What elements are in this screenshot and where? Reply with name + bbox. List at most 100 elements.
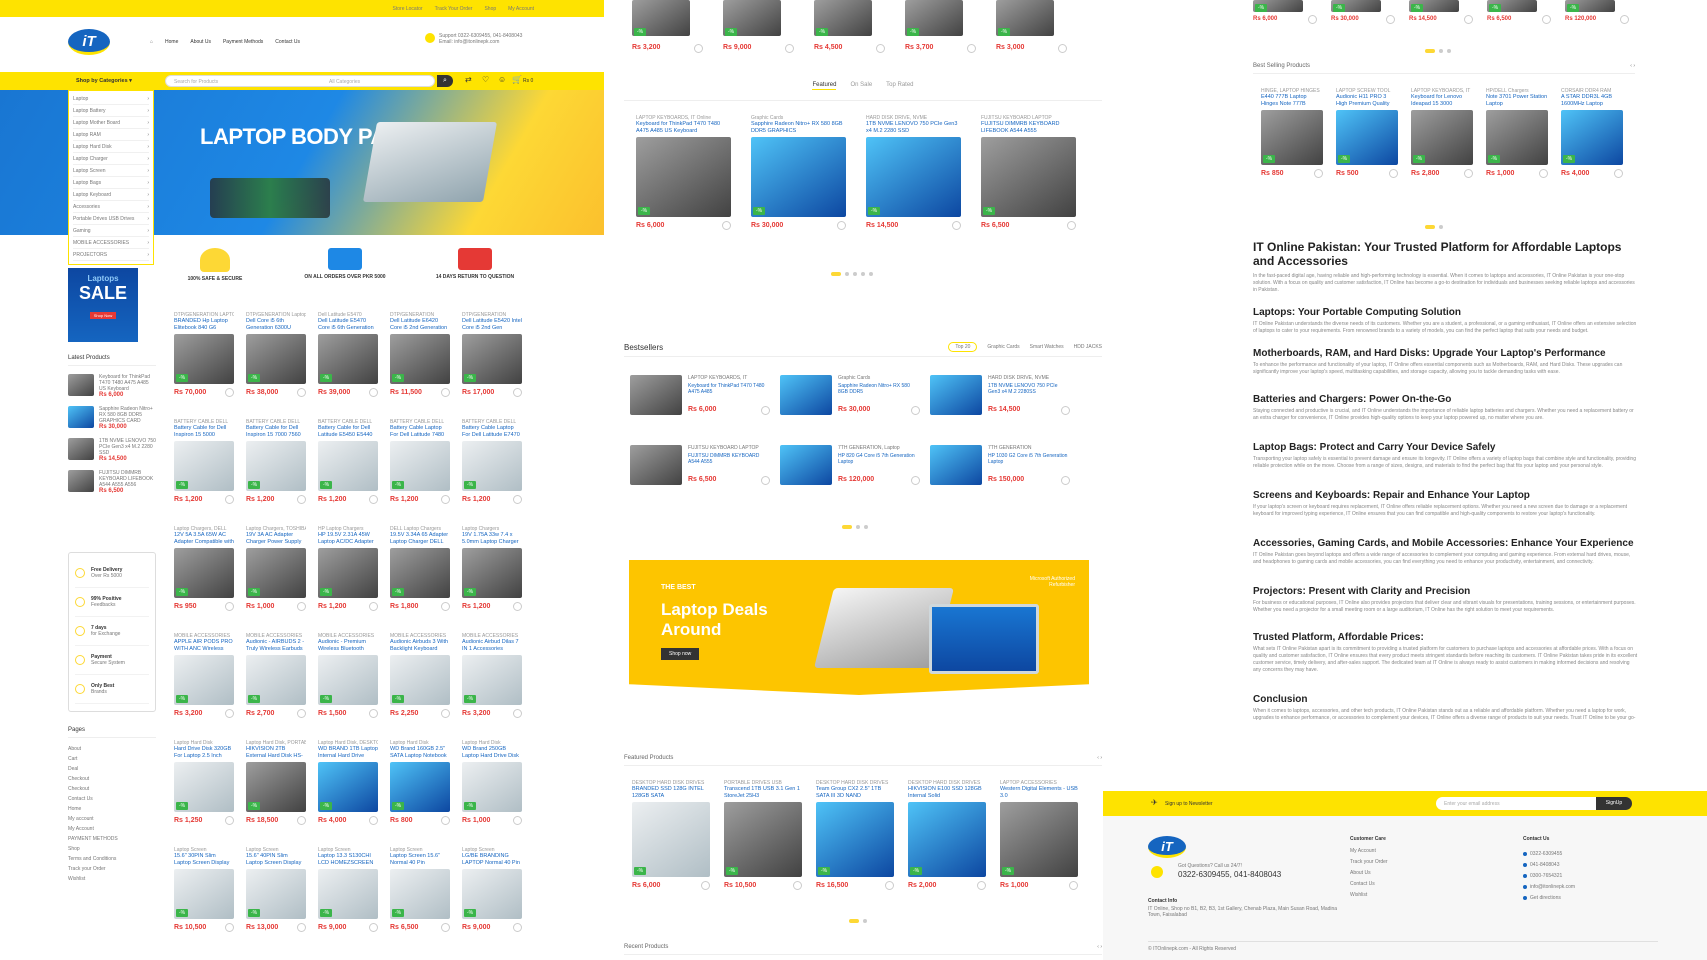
contact-item[interactable]: 0322-6309455	[1523, 848, 1575, 859]
recent-nav-arrows[interactable]: ‹ ›	[1097, 944, 1102, 951]
customer-care-link[interactable]: Track your Order	[1350, 859, 1388, 870]
search-button[interactable]: ⌕	[437, 75, 453, 87]
latest-product-item[interactable]: Keyboard for ThinkPad T470 T480 A475 A48…	[68, 374, 156, 398]
product-name[interactable]: HP 19.5V 2.31A 45W Laptop AC/DC Adapter	[318, 532, 378, 545]
bestseller-name[interactable]: FUJITSU DIMMRB KEYBOARD A544 A555	[688, 453, 770, 466]
product-card[interactable]: LAPTOP SCREW TOOL Audionic H11 PRO 3 High…	[1336, 88, 1398, 178]
category-item[interactable]: Laptop ›	[73, 93, 149, 105]
bestseller-item[interactable]: Graphic Cards Sapphire Radeon Nitro+ RX 5…	[780, 375, 920, 415]
product-name[interactable]: 19V 1.75A 33w 7.4 x 5.0mm Laptop Charger	[462, 532, 522, 545]
product-card[interactable]: Graphic Cards Sapphire Radeon Nitro+ RX 5…	[751, 115, 846, 230]
product-image[interactable]: -%	[174, 548, 234, 598]
nav-payment[interactable]: Payment Methods	[223, 39, 263, 45]
product-name[interactable]: Sapphire Radeon Nitro+ RX 580 8GB DDR5 G…	[751, 121, 846, 134]
tab-top-rated[interactable]: Top Rated	[886, 82, 913, 90]
product-name[interactable]: Keyboard for ThinkPad T470 T480 A475 A48…	[636, 121, 731, 134]
topbar-link-my-account[interactable]: My Account	[508, 6, 534, 12]
product-card[interactable]: Laptop Hard Disk WD Brand 160GB 2.5" SATA…	[390, 740, 450, 825]
product-image[interactable]: -%	[246, 655, 306, 705]
product-name[interactable]: Keyboard for Lenovo Ideapad 15 3000	[1411, 94, 1473, 107]
bestseller-item[interactable]: FUJITSU KEYBOARD LAPTOP FUJITSU DIMMRB KE…	[630, 445, 770, 485]
product-name[interactable]: 12V 5A 3.5A 65W AC Adapter Compatible wi…	[174, 532, 234, 545]
product-name[interactable]: WD Brand 160GB 2.5" SATA Laptop Notebook	[390, 746, 450, 759]
product-image[interactable]: -%	[751, 137, 846, 217]
product-card[interactable]: Laptop Hard Disk WD Brand 250GB Laptop Ha…	[462, 740, 522, 825]
bestseller-category[interactable]: FUJITSU KEYBOARD LAPTOP	[688, 445, 770, 451]
bestseller-category[interactable]: LAPTOP KEYBOARDS, IT	[688, 375, 770, 381]
add-to-cart-icon[interactable]	[225, 816, 234, 825]
add-to-cart-icon[interactable]	[1061, 406, 1070, 415]
sale-cta[interactable]: Shop Now	[89, 312, 117, 319]
product-card[interactable]: MOBILE ACCESSORIES Audionic Airbuds 3 Wit…	[390, 633, 450, 718]
product-name[interactable]: APPLE AIR PODS PRO WITH ANC Wireless	[174, 639, 234, 652]
page-link[interactable]: Home	[68, 806, 156, 816]
add-to-cart-icon[interactable]	[1314, 169, 1323, 178]
add-to-cart-icon[interactable]	[441, 816, 450, 825]
product-image[interactable]: -%	[1411, 110, 1473, 165]
category-item[interactable]: Portable Drives USB Drives ›	[73, 213, 149, 225]
product-name[interactable]: Battery Cable for Dell Inspiron 15 5000	[174, 425, 234, 438]
product-image[interactable]: -%	[174, 762, 234, 812]
product-name[interactable]: BRANDED Hp Laptop Elitebook 840 G6 Lapto…	[174, 318, 234, 331]
add-to-cart-icon[interactable]	[297, 816, 306, 825]
bestseller-image[interactable]	[630, 375, 682, 415]
product-image[interactable]: -%	[318, 762, 378, 812]
home-icon[interactable]: ⌂	[150, 39, 153, 45]
add-to-cart-icon[interactable]	[1308, 15, 1317, 24]
product-name[interactable]: Dell Latitude E5470 Core i5 6th Generati…	[318, 318, 378, 331]
wishlist-icon[interactable]: ♡	[482, 75, 489, 84]
product-name[interactable]: 19.5V 3.34A 65 Adapter Laptop Charger DE…	[390, 532, 450, 545]
nav-contact[interactable]: Contact Us	[275, 39, 300, 45]
add-to-cart-icon[interactable]	[225, 709, 234, 718]
product-image[interactable]: -%	[246, 548, 306, 598]
product-image[interactable]: -%	[981, 137, 1076, 217]
bestseller-name[interactable]: Sapphire Radeon Nitro+ RX 580 8GB DDR5	[838, 383, 920, 396]
product-image[interactable]: -%	[816, 802, 894, 877]
latest-product-item[interactable]: 1TB NVME LENOVO 750 PCIe Gen3 x4 M.2 228…	[68, 438, 156, 462]
sale-banner[interactable]: Laptops SALE Shop Now	[68, 268, 138, 342]
bestseller-image[interactable]	[780, 445, 832, 485]
bestseller-image[interactable]	[630, 445, 682, 485]
add-to-cart-icon[interactable]	[1386, 15, 1395, 24]
topbar-link-shop[interactable]: Shop	[484, 6, 496, 12]
compare-icon[interactable]: ⇄	[465, 75, 472, 84]
bestseller-image[interactable]	[930, 375, 982, 415]
product-card[interactable]: BATTERY CABLE DELL Battery Cable Laptop F…	[462, 419, 522, 504]
latest-product-image[interactable]	[68, 470, 94, 492]
product-name[interactable]: FUJITSU DIMMRB KEYBOARD LIFEBOOK A544 A5…	[981, 121, 1076, 134]
cart-icon[interactable]: 🛒	[512, 75, 522, 84]
product-image[interactable]: -%	[318, 548, 378, 598]
product-card[interactable]: DESKTOP HARD DISK DRIVES Team Group CX2 2…	[816, 780, 894, 890]
add-to-cart-icon[interactable]	[911, 406, 920, 415]
add-to-cart-icon[interactable]	[785, 44, 794, 53]
featured-dots[interactable]	[831, 263, 877, 281]
add-to-cart-icon[interactable]	[701, 881, 710, 890]
page-link[interactable]: About	[68, 746, 156, 756]
product-name[interactable]: A STAR DDR3L 4GB 1600MHz Laptop	[1561, 94, 1623, 107]
product-image[interactable]: -%	[390, 869, 450, 919]
product-name[interactable]: Hard Drive Disk 320GB For Laptop 2.5 Inc…	[174, 746, 234, 759]
tab-on-sale[interactable]: On Sale	[850, 82, 872, 90]
add-to-cart-icon[interactable]	[1069, 881, 1078, 890]
add-to-cart-icon[interactable]	[911, 476, 920, 485]
product-card[interactable]: Dell Latitude E5470 Dell Latitude E5470 C…	[318, 312, 378, 397]
contact-item[interactable]: 041-8408043	[1523, 859, 1575, 870]
category-item[interactable]: MOBILE ACCESSORIES ›	[73, 237, 149, 249]
product-card[interactable]: Laptop Screen Laptop Screen 15.6" Normal …	[390, 847, 450, 932]
product-image[interactable]: -%	[246, 762, 306, 812]
product-card[interactable]: Laptop Chargers 19V 1.75A 33w 7.4 x 5.0mm…	[462, 526, 522, 611]
product-card[interactable]: DTP/GENERATION Dell Latitude E6420 Core i…	[390, 312, 450, 397]
product-image[interactable]: -%	[462, 655, 522, 705]
tab-top-20[interactable]: Top 20	[948, 342, 978, 352]
product-card[interactable]: HP Laptop Chargers HP 19.5V 2.31A 45W Lap…	[318, 526, 378, 611]
bestseller-category[interactable]: 7TH GENERATION, Laptop	[838, 445, 920, 451]
product-card[interactable]: Laptop Screen 15.6" 30PIN Slim Laptop Scr…	[174, 847, 234, 932]
product-image[interactable]: -%	[318, 334, 378, 384]
deal-banner[interactable]: THE BEST Laptop Deals Around Shop now Mi…	[629, 560, 1089, 695]
product-card[interactable]: HINGE, LAPTOP HINGES E440 777B Laptop Hin…	[1261, 88, 1323, 178]
topbar-link-store-locator[interactable]: Store Locator	[393, 6, 423, 12]
product-image[interactable]: -%	[246, 869, 306, 919]
nav-home[interactable]: Home	[165, 39, 178, 45]
product-card[interactable]: DTP/GENERATION Laptop Dell Core i5 6th Ge…	[246, 312, 306, 397]
add-to-cart-icon[interactable]	[722, 221, 731, 230]
